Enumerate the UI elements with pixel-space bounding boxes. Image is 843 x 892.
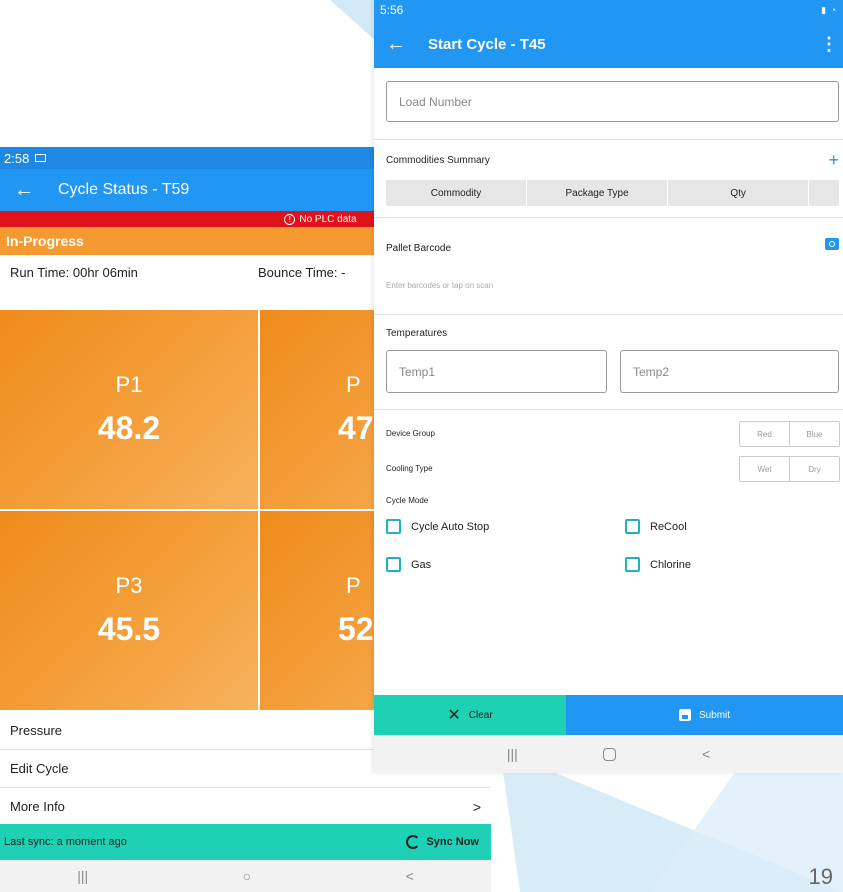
signal-wifi-icon: ▮ ◔ [821, 4, 837, 15]
temp2-placeholder: Temp2 [633, 364, 670, 379]
temperatures-title: Temperatures [386, 328, 448, 339]
home-button[interactable] [603, 747, 617, 761]
save-icon [678, 709, 691, 721]
load-number-input[interactable]: Load Number [386, 81, 839, 122]
pressure-tile-p1[interactable]: P1 48.2 [0, 310, 258, 509]
mode-label: Chlorine [650, 558, 691, 571]
status-bar: 5:56 ▮ ◔ [374, 0, 843, 20]
checkbox[interactable] [386, 557, 401, 572]
recent-apps-button[interactable]: ||| [507, 746, 518, 762]
tile-value: 48.2 [97, 410, 161, 446]
sync-now-label: Sync Now [426, 836, 479, 848]
checkbox[interactable] [625, 519, 640, 534]
action-bar: ✕ Clear Submit [374, 695, 843, 735]
menu-item-label: Pressure [10, 723, 63, 738]
commodities-table-header: Commodity Package Type Qty [386, 180, 839, 206]
back-button[interactable]: < [406, 868, 414, 884]
tile-name: P1 [115, 372, 143, 397]
clear-button[interactable]: ✕ Clear [374, 695, 566, 735]
menu-item-more-info[interactable]: More Info > [0, 788, 491, 826]
submit-button[interactable]: Submit [566, 695, 843, 735]
sync-bar: Last sync: a moment ago Sync Now [0, 824, 491, 860]
cycle-state-text: In-Progress [6, 233, 84, 249]
mode-chlorine[interactable]: Chlorine [625, 557, 691, 572]
back-arrow-icon[interactable]: ← [0, 179, 48, 202]
divider [374, 217, 843, 218]
temp2-input[interactable]: Temp2 [620, 350, 839, 393]
device-group-red[interactable]: Red [740, 422, 790, 446]
camera-icon[interactable] [825, 238, 839, 250]
home-button[interactable]: ○ [243, 868, 251, 884]
clear-label: Clear [468, 709, 493, 721]
mode-label: ReCool [650, 520, 687, 533]
mode-recool[interactable]: ReCool [625, 519, 687, 534]
pallet-barcode-title: Pallet Barcode [386, 243, 452, 254]
temp1-placeholder: Temp1 [399, 364, 436, 379]
device-group-blue[interactable]: Blue [790, 422, 839, 446]
tile-value: 45.5 [97, 611, 161, 647]
column-header: Qty [668, 180, 810, 206]
mode-cycle-auto-stop[interactable]: Cycle Auto Stop [386, 519, 489, 534]
menu-item-label: Edit Cycle [10, 761, 69, 776]
checkbox[interactable] [386, 519, 401, 534]
submit-label: Submit [698, 709, 731, 721]
load-number-placeholder: Load Number [399, 94, 472, 109]
add-icon[interactable]: + [828, 151, 839, 169]
close-icon: ✕ [447, 707, 461, 724]
device-group-toggle: Red Blue [739, 421, 840, 447]
bounce-time: Bounce Time: - [258, 264, 346, 280]
mode-label: Gas [411, 558, 432, 571]
cooling-type-wet[interactable]: Wet [740, 457, 790, 481]
refresh-icon [406, 835, 421, 849]
chevron-right-icon: > [472, 798, 481, 815]
divider [374, 139, 843, 140]
menu-item-label: More Info [10, 799, 65, 814]
app-bar: ← Start Cycle - T45 ⋮ [374, 20, 843, 68]
divider [374, 314, 843, 315]
page-title: Cycle Status - T59 [58, 181, 190, 198]
status-time: 5:56 [380, 3, 404, 17]
cooling-type-dry[interactable]: Dry [790, 457, 839, 481]
commodities-summary-title: Commodities Summary [386, 155, 490, 166]
system-nav-bar: ||| < [374, 735, 843, 773]
divider [374, 409, 843, 410]
column-header: Commodity [386, 180, 528, 206]
start-cycle-screen: 5:56 ▮ ◔ ← Start Cycle - T45 ⋮ Load Numb… [374, 0, 843, 773]
back-button[interactable]: < [702, 746, 710, 762]
device-group-label: Device Group [386, 429, 435, 438]
more-vert-icon[interactable]: ⋮ [815, 34, 843, 55]
status-time: 2:58 [4, 150, 30, 166]
page-title: Start Cycle - T45 [428, 35, 546, 53]
page-number: 19 [808, 864, 833, 889]
barcode-hint[interactable]: Enter barcodes or tap on scan [386, 281, 493, 290]
image-notification-icon [35, 154, 47, 162]
column-header: Package Type [527, 180, 669, 206]
cooling-type-label: Cooling Type [386, 464, 433, 473]
tile-name: P3 [115, 573, 143, 598]
pressure-tile-p3[interactable]: P3 45.5 [0, 511, 258, 710]
info-icon: ! [284, 213, 296, 225]
system-nav-bar: ||| ○ < [0, 860, 491, 892]
checkbox[interactable] [625, 557, 640, 572]
last-sync-text: Last sync: a moment ago [4, 836, 127, 848]
temp1-input[interactable]: Temp1 [386, 350, 607, 393]
mode-label: Cycle Auto Stop [411, 520, 490, 533]
cycle-mode-label: Cycle Mode [386, 496, 429, 505]
alert-text: No PLC data [299, 213, 357, 225]
column-header-empty [809, 180, 839, 206]
recent-apps-button[interactable]: ||| [77, 868, 88, 884]
cooling-type-toggle: Wet Dry [739, 456, 840, 482]
mode-gas[interactable]: Gas [386, 557, 431, 572]
sync-now-button[interactable]: Sync Now [406, 835, 479, 849]
back-arrow-icon[interactable]: ← [374, 33, 418, 56]
